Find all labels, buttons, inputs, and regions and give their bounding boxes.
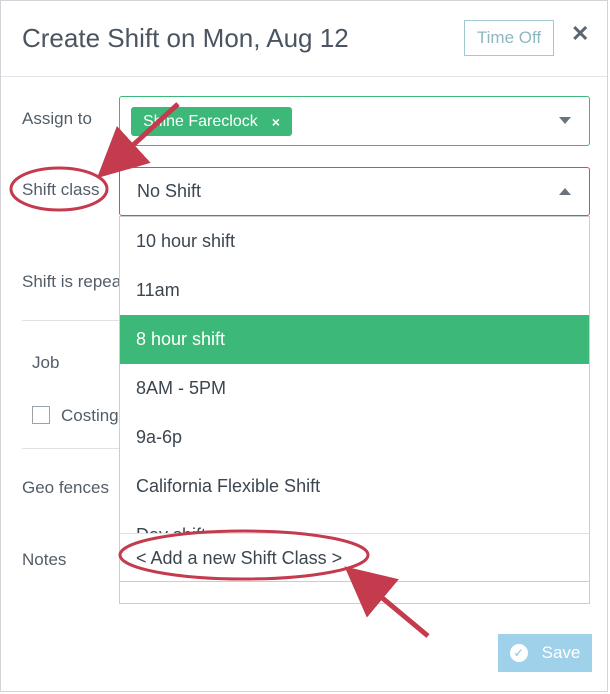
shift-class-select[interactable]: No Shift [119, 167, 590, 216]
time-off-button[interactable]: Time Off [464, 20, 554, 56]
dropdown-options: 10 hour shift 11am 8 hour shift 8AM - 5PM 9a… [120, 217, 589, 533]
remove-tag-icon[interactable]: × [272, 114, 280, 130]
dropdown-option[interactable]: 9a-6p [120, 413, 589, 462]
notes-label: Notes [22, 550, 67, 569]
shift-class-dropdown: 10 hour shift 11am 8 hour shift 8AM - 5PM 9a… [119, 216, 590, 582]
dropdown-option[interactable]: California Flexible Shift [120, 462, 589, 511]
assignee-tag-label: Shine Fareclock [143, 112, 258, 130]
geo-fences-label: Geo fences [22, 478, 109, 497]
dropdown-option[interactable]: 10 hour shift [120, 217, 589, 266]
chevron-up-icon[interactable] [559, 188, 571, 195]
save-button[interactable]: ✓ Save [498, 634, 592, 672]
assignee-tag: Shine Fareclock × [131, 107, 292, 136]
dropdown-option[interactable]: 8 hour shift [120, 315, 589, 364]
shift-repeat-label: Shift is repea [22, 272, 122, 291]
dropdown-option[interactable]: Day shift [120, 511, 589, 533]
dropdown-option[interactable]: 8AM - 5PM [120, 364, 589, 413]
divider [22, 448, 122, 449]
assign-to-select[interactable]: Shine Fareclock × [119, 96, 590, 146]
close-icon[interactable]: ✕ [571, 21, 589, 47]
assign-to-label: Assign to [22, 109, 92, 128]
shift-class-label: Shift class [22, 180, 100, 199]
create-shift-modal: Create Shift on Mon, Aug 12 Time Off ✕ A… [0, 0, 608, 692]
costing-label: Costing [61, 406, 119, 425]
dropdown-option[interactable]: 11am [120, 266, 589, 315]
save-button-label: Save [541, 643, 581, 662]
check-circle-icon: ✓ [509, 644, 528, 662]
add-new-shift-class-option[interactable]: < Add a new Shift Class > [120, 533, 589, 581]
modal-title: Create Shift on Mon, Aug 12 [22, 23, 349, 53]
shift-class-value: No Shift [137, 181, 202, 201]
costing-checkbox[interactable] [32, 406, 50, 424]
modal-header: Create Shift on Mon, Aug 12 Time Off ✕ [1, 1, 607, 77]
chevron-down-icon[interactable] [559, 117, 571, 124]
job-label: Job [32, 353, 60, 372]
divider [22, 320, 122, 321]
